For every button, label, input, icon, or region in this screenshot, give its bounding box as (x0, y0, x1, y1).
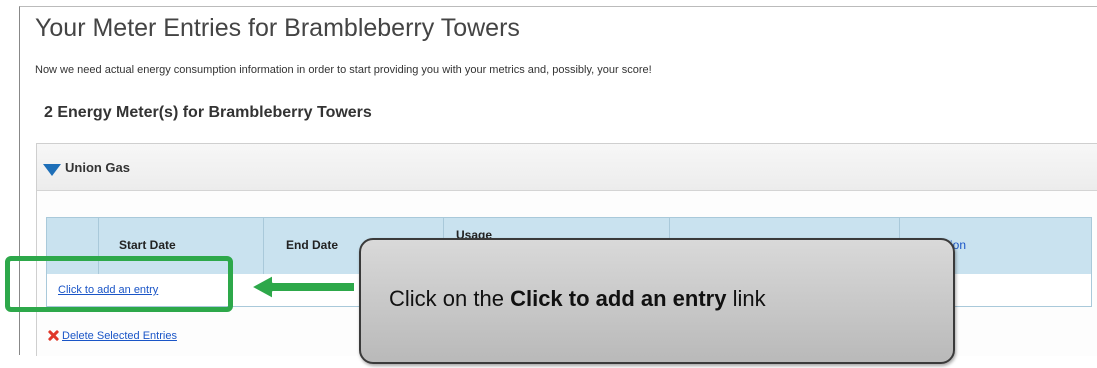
delete-x-icon (47, 329, 59, 341)
callout-suffix: link (732, 286, 766, 311)
arrow-left-icon (251, 275, 356, 299)
meter-name: Union Gas (65, 160, 131, 175)
delete-selected-label: Delete Selected Entries (62, 330, 177, 342)
expand-caret-icon[interactable] (43, 164, 61, 176)
delete-selected-link[interactable]: Delete Selected Entries (47, 329, 177, 342)
page-title: Your Meter Entries for Brambleberry Towe… (35, 14, 520, 42)
meters-heading: 2 Energy Meter(s) for Brambleberry Tower… (44, 104, 372, 121)
meter-panel-header[interactable]: Union Gas (37, 144, 1097, 191)
callout-text: Click on the Click to add an entry link (389, 286, 766, 312)
intro-text: Now we need actual energy consumption in… (35, 64, 652, 76)
add-entry-highlight (5, 256, 233, 312)
instruction-callout: Click on the Click to add an entry link (359, 238, 955, 364)
callout-prefix: Click on the (389, 286, 504, 311)
callout-emphasis: Click to add an entry (510, 286, 727, 311)
